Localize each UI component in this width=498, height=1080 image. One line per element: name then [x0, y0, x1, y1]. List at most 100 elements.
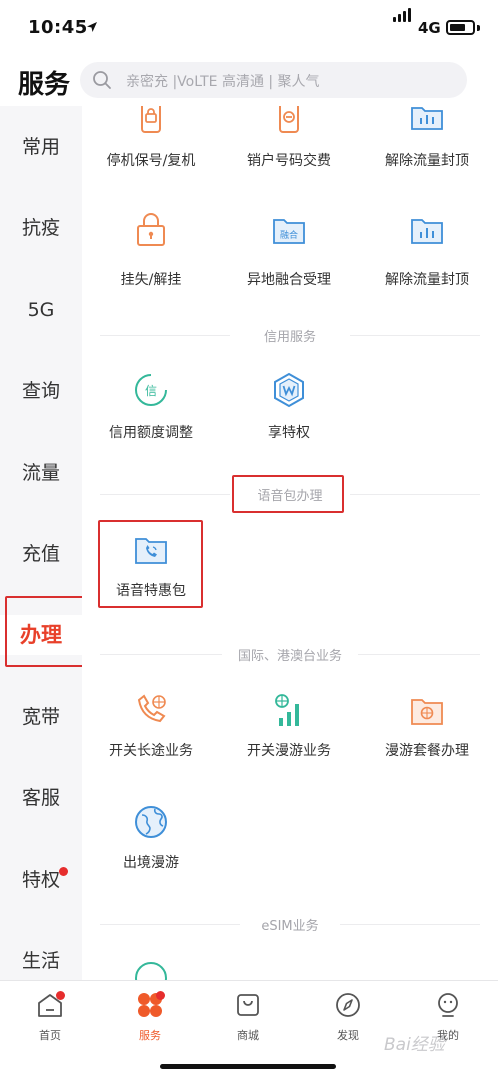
- service-privilege[interactable]: 享特权: [220, 372, 358, 442]
- compass-icon: [336, 993, 360, 1017]
- service-label: 享特权: [268, 425, 310, 441]
- fusion-icon-text: 融合: [280, 229, 298, 241]
- service-report-loss[interactable]: 挂失/解挂: [82, 212, 220, 292]
- sidebar-item-label: 宽带: [21, 706, 60, 728]
- tab-mall[interactable]: 商城: [198, 989, 298, 1049]
- home-indicator: [160, 1064, 336, 1069]
- sidebar-item-5g[interactable]: 5G: [0, 290, 82, 330]
- header: 服务 亲密充 |VoLTE 高清通 | 聚人气: [0, 54, 498, 106]
- section-title: 国际、港澳台业务: [237, 649, 342, 664]
- service-label: 解除流量封顶: [385, 272, 469, 288]
- service-outbound-roaming[interactable]: 出境漫游: [82, 804, 220, 874]
- tab-label: 商城: [237, 1029, 259, 1042]
- sidebar-item-customer-service[interactable]: 客服: [0, 778, 82, 818]
- watermark: Bai经验: [384, 1035, 445, 1055]
- sidebar-item-label: 抗疫: [21, 217, 60, 239]
- sidebar-item-label: 充值: [21, 543, 60, 565]
- globe-icon: [135, 806, 167, 838]
- fusion-folder-icon: 融合: [273, 219, 305, 244]
- sidebar-item-label: 流量: [21, 462, 60, 484]
- esim-icon: [135, 962, 167, 980]
- tab-label: 服务: [139, 1029, 161, 1042]
- sidebar-item-life[interactable]: 生活: [0, 941, 82, 981]
- sidebar-item-handle[interactable]: 办理: [0, 615, 82, 655]
- service-long-distance-toggle[interactable]: 开关长途业务: [82, 692, 220, 762]
- service-label: 语音特惠包: [116, 583, 186, 599]
- section-header-esim: eSIM业务: [100, 914, 480, 934]
- status-bar: 10:45 4G: [0, 0, 498, 54]
- service-label: 挂失/解挂: [120, 272, 182, 288]
- service-label: 停机保号/复机: [106, 153, 196, 169]
- service-esim-partial[interactable]: [82, 960, 220, 980]
- tab-label: 发现: [337, 1029, 359, 1042]
- battery-icon: [446, 20, 475, 35]
- search-input[interactable]: 亲密充 |VoLTE 高清通 | 聚人气: [80, 62, 467, 98]
- credit-icon: 信: [135, 374, 167, 406]
- search-icon: [93, 71, 111, 89]
- lock-icon: [137, 213, 165, 246]
- sidebar-item-label: 客服: [21, 787, 60, 809]
- service-voice-package[interactable]: 语音特惠包: [82, 532, 220, 602]
- status-time: 10:45: [28, 17, 88, 38]
- roaming-folder-icon: [411, 699, 443, 725]
- sidebar-item-label: 生活: [21, 950, 60, 972]
- service-label: 开关长途业务: [109, 743, 193, 759]
- sidebar-item-broadband[interactable]: 宽带: [0, 697, 82, 737]
- service-unlock-data-cap-2[interactable]: 解除流量封顶: [358, 212, 496, 292]
- profile-icon: [438, 993, 458, 1017]
- service-roaming-toggle[interactable]: 开关漫游业务: [220, 692, 358, 762]
- service-label: 解除流量封顶: [385, 153, 469, 169]
- credit-icon-text: 信: [145, 384, 157, 398]
- sidebar-item-label: 查询: [21, 380, 60, 402]
- section-header-international: 国际、港澳台业务: [100, 644, 480, 664]
- voice-folder-icon: [135, 538, 167, 564]
- service-label: 漫游套餐办理: [385, 743, 469, 759]
- notification-dot: [59, 867, 68, 876]
- service-label: 销户号码交费: [247, 153, 331, 169]
- section-header-credit: 信用服务: [100, 325, 480, 345]
- sidebar-item-label: 常用: [21, 136, 60, 158]
- section-title: 语音包办理: [257, 489, 323, 504]
- section-header-voice: 语音包办理: [100, 484, 480, 504]
- search-placeholder: 亲密充 |VoLTE 高清通 | 聚人气: [126, 74, 320, 90]
- sidebar-item-label: 5G: [27, 299, 55, 321]
- service-label: 信用额度调整: [109, 425, 193, 441]
- tab-discover[interactable]: 发现: [298, 989, 398, 1049]
- notification-dot: [56, 991, 65, 1000]
- service-unlock-data-cap[interactable]: 解除流量封顶: [358, 106, 496, 176]
- data-folder-icon: [411, 107, 443, 130]
- network-type: 4G: [418, 19, 441, 37]
- roaming-signal-icon: [275, 694, 299, 726]
- section-title: eSIM业务: [261, 919, 319, 934]
- service-remote-fusion[interactable]: 融合 异地融合受理: [220, 212, 358, 292]
- service-label: 出境漫游: [123, 855, 179, 871]
- service-label: 异地融合受理: [247, 272, 331, 288]
- sidebar-item-epidemic[interactable]: 抗疫: [0, 208, 82, 248]
- battery-tip: [477, 25, 480, 31]
- phone-globe-icon: [137, 694, 166, 723]
- notification-dot: [156, 991, 165, 1000]
- tab-label: 首页: [39, 1029, 61, 1042]
- sidebar-item-label: 办理: [20, 623, 62, 647]
- service-credit-adjust[interactable]: 信 信用额度调整: [82, 372, 220, 442]
- service-cancel-number-pay[interactable]: 销户号码交费: [220, 106, 358, 176]
- sidebar-item-recharge[interactable]: 充值: [0, 534, 82, 574]
- phone-lock-icon: [141, 106, 161, 133]
- location-arrow-icon: [87, 22, 97, 32]
- service-roaming-package[interactable]: 漫游套餐办理: [358, 692, 496, 762]
- tab-services[interactable]: 服务: [100, 989, 200, 1049]
- shopping-bag-icon: [237, 994, 259, 1016]
- phone-minus-icon: [279, 106, 299, 133]
- privilege-badge-icon: [274, 372, 304, 408]
- sidebar-item-data[interactable]: 流量: [0, 453, 82, 493]
- sidebar-item-common[interactable]: 常用: [0, 127, 82, 167]
- tab-home[interactable]: 首页: [0, 989, 100, 1049]
- service-suspend-restore[interactable]: 停机保号/复机: [82, 106, 220, 176]
- page-title: 服务: [18, 70, 71, 100]
- data-folder-icon: [411, 219, 443, 244]
- sidebar-item-privilege[interactable]: 特权: [0, 860, 82, 900]
- service-list: 停机保号/复机 销户号码交费 解除流量封顶 挂失/解挂 融合 异地融合受理 解除…: [82, 106, 498, 980]
- section-title: 信用服务: [263, 330, 316, 345]
- sidebar-item-label: 特权: [21, 869, 60, 891]
- sidebar-item-query[interactable]: 查询: [0, 371, 82, 411]
